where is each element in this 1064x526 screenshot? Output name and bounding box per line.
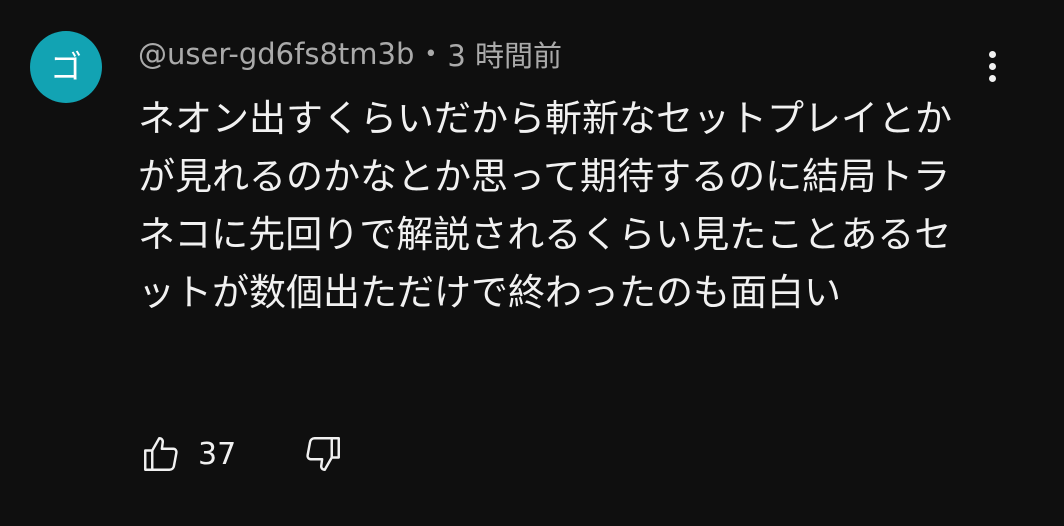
comment-timestamp[interactable]: 3 時間前 [447, 33, 562, 75]
avatar-letter: ゴ [49, 48, 82, 86]
comment-text: ネオン出すくらいだから斬新なセットプレイとかが見れるのかなとか思って期待するのに… [138, 97, 952, 314]
more-actions-button[interactable] [970, 42, 1014, 90]
thumbs-up-icon [144, 437, 178, 471]
more-vert-icon-dot [988, 74, 996, 82]
comment: ゴ @user-gd6fs8tm3b • 3 時間前 ネオン出すくらいだから斬新… [0, 0, 1064, 526]
comment-header: @user-gd6fs8tm3b • 3 時間前 [138, 34, 562, 74]
avatar[interactable]: ゴ [30, 31, 102, 103]
author-name[interactable]: @user-gd6fs8tm3b [138, 37, 414, 71]
like-button[interactable] [138, 431, 184, 477]
more-vert-icon [988, 50, 996, 58]
header-separator: • [424, 41, 438, 67]
comment-actions: 37 [138, 428, 346, 480]
dislike-button[interactable] [300, 431, 346, 477]
thumbs-down-icon [306, 437, 341, 471]
more-vert-icon-dot [988, 62, 996, 70]
like-count: 37 [198, 436, 237, 472]
